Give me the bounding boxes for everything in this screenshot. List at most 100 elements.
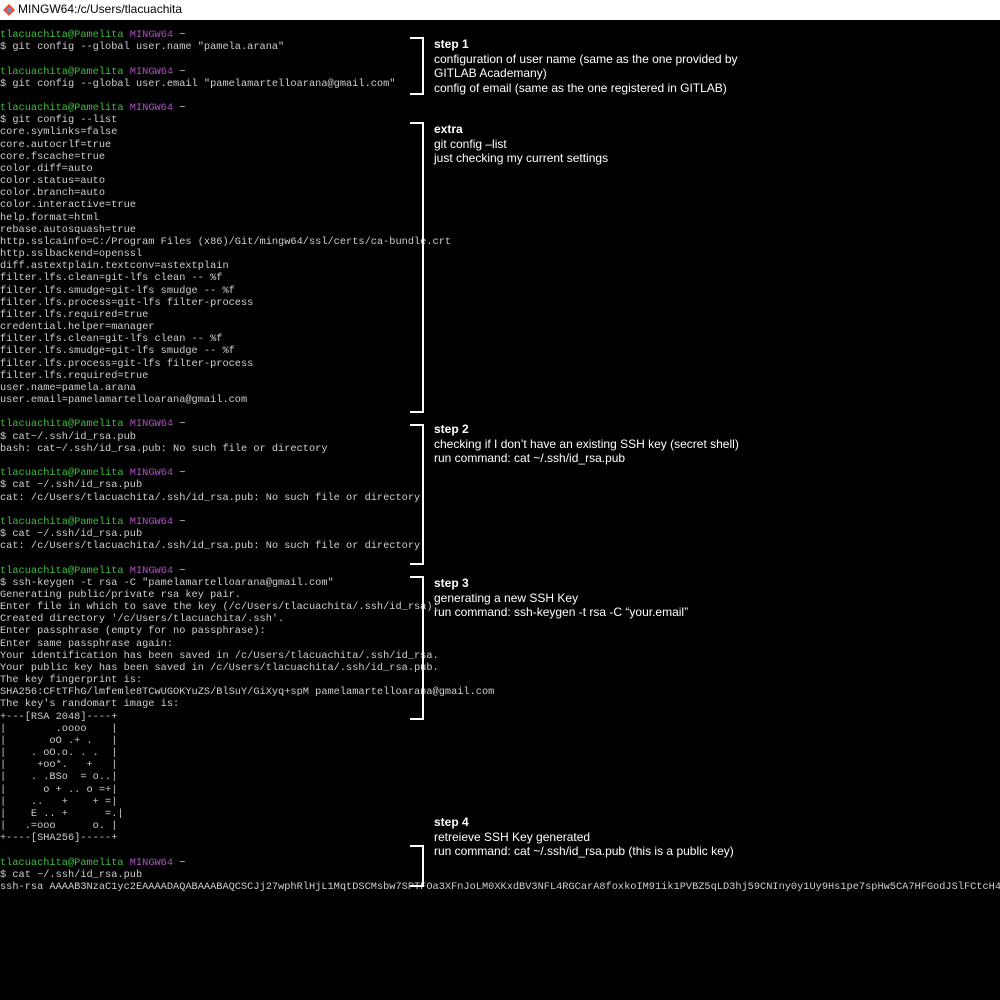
- output-line: Enter file in which to save the key (/c/…: [0, 601, 439, 613]
- output-line: cat: /c/Users/tlacuachita/.ssh/id_rsa.pu…: [0, 540, 421, 553]
- annotation-bracket-step-2: [410, 424, 424, 565]
- prompt-user: tlacuachita@Pamelita: [0, 856, 124, 869]
- output-line: filter.lfs.clean=git-lfs clean -- %f: [0, 272, 223, 285]
- output-line: | oO .+ . |: [0, 734, 118, 747]
- prompt-line: tlacuachita@Pamelita MINGW64 ~: [0, 29, 185, 41]
- output-line: filter.lfs.required=true: [0, 369, 149, 382]
- output-line: Created directory '/c/Users/tlacuachita/…: [0, 613, 285, 626]
- prompt-line: tlacuachita@Pamelita MINGW64 ~: [0, 467, 185, 479]
- prompt-user: tlacuachita@Pamelita: [0, 65, 124, 78]
- prompt-line: tlacuachita@Pamelita MINGW64 ~: [0, 418, 185, 430]
- window-title: MINGW64:/c/Users/tlacuachita: [18, 2, 183, 16]
- prompt-host: MINGW64: [129, 515, 174, 528]
- annotation-text: git config –list: [434, 136, 507, 151]
- output-line: The key's randomart image is:: [0, 698, 180, 711]
- prompt-host: MINGW64: [129, 856, 174, 869]
- output-line: | .=ooo o. |: [0, 820, 118, 832]
- command-line: $ cat ~/.ssh/id_rsa.pub: [0, 528, 143, 540]
- prompt-host: MINGW64: [129, 29, 174, 41]
- output-line: bash: cat~/.ssh/id_rsa.pub: No such file…: [0, 442, 328, 455]
- annotation-step-1: step 1 configuration of user name (same a…: [434, 37, 738, 95]
- output-line: +---[RSA 2048]----+: [0, 710, 118, 723]
- annotation-text: just checking my current settings: [434, 151, 609, 165]
- output-line: | o + .. o =+|: [0, 783, 118, 796]
- prompt-user: tlacuachita@Pamelita: [0, 515, 124, 528]
- command-line: $ git config --list: [0, 114, 118, 127]
- prompt-user: tlacuachita@Pamelita: [0, 418, 124, 431]
- command-line: $ cat~/.ssh/id_rsa.pub: [0, 430, 136, 443]
- prompt-user: tlacuachita@Pamelita: [0, 29, 124, 41]
- annotation-text: generating a new SSH Key: [434, 590, 579, 605]
- output-line: http.sslcainfo=C:/Program Files (x86)/Gi…: [0, 235, 452, 248]
- annotation-bracket-step-3: [410, 576, 424, 720]
- annotation-text: configuration of user name (same as the …: [434, 51, 738, 66]
- command-line: $ git config --global user.email "pamela…: [0, 77, 396, 90]
- output-line: | +oo*. + |: [0, 759, 118, 772]
- output-line: | .oooo |: [0, 722, 118, 735]
- prompt-dir: ~: [179, 564, 186, 577]
- output-line: http.sslbackend=openssl: [0, 248, 143, 261]
- output-line: credential.helper=manager: [0, 321, 155, 334]
- annotation-title: step 1: [434, 37, 469, 51]
- annotation-title: step 3: [434, 576, 469, 590]
- output-line: The key fingerprint is:: [0, 674, 143, 686]
- command-line: $ cat ~/.ssh/id_rsa.pub: [0, 868, 143, 881]
- annotation-text: config of email (same as the one registe…: [434, 80, 727, 95]
- output-line: rebase.autosquash=true: [0, 223, 136, 236]
- command-line: $ ssh-keygen -t rsa -C "pamelamartelloar…: [0, 576, 334, 589]
- output-line: user.email=pamelamartelloarana@gmail.com: [0, 394, 248, 407]
- annotation-text: GITLAB Academany): [434, 66, 547, 80]
- prompt-dir: ~: [179, 102, 186, 114]
- prompt-line: tlacuachita@Pamelita MINGW64 ~: [0, 565, 185, 577]
- prompt-user: tlacuachita@Pamelita: [0, 102, 124, 114]
- output-line: | . .BSo = o..|: [0, 771, 118, 784]
- prompt-dir: ~: [179, 65, 186, 78]
- output-line: core.symlinks=false: [0, 126, 118, 139]
- output-line: Generating public/private rsa key pair.: [0, 588, 241, 601]
- output-line: filter.lfs.smudge=git-lfs smudge -- %f: [0, 284, 235, 297]
- output-line: color.diff=auto: [0, 162, 93, 175]
- prompt-dir: ~: [179, 467, 186, 480]
- annotation-text: checking if I don’t have an existing SSH…: [434, 436, 739, 451]
- prompt-dir: ~: [179, 856, 186, 869]
- prompt-dir: ~: [179, 29, 186, 41]
- output-line: Enter same passphrase again:: [0, 637, 174, 650]
- prompt-host: MINGW64: [129, 564, 174, 577]
- output-line: filter.lfs.clean=git-lfs clean -- %f: [0, 333, 223, 346]
- output-line: filter.lfs.required=true: [0, 308, 149, 321]
- output-line: filter.lfs.process=git-lfs filter-proces…: [0, 296, 254, 309]
- output-line: filter.lfs.smudge=git-lfs smudge -- %f: [0, 345, 235, 358]
- output-line: Your public key has been saved in /c/Use…: [0, 661, 439, 674]
- prompt-line: tlacuachita@Pamelita MINGW64 ~: [0, 516, 185, 528]
- annotation-extra: extra git config –list just checking my cu…: [434, 122, 608, 166]
- prompt-line: tlacuachita@Pamelita MINGW64 ~: [0, 102, 185, 114]
- annotation-text: run command: cat ~/.ssh/id_rsa.pub (this…: [434, 844, 734, 858]
- prompt-user: tlacuachita@Pamelita: [0, 564, 124, 577]
- output-line: filter.lfs.process=git-lfs filter-proces…: [0, 357, 254, 370]
- annotation-title: step 4: [434, 815, 469, 829]
- annotation-text: run command: ssh-keygen -t rsa -C “your.…: [434, 605, 689, 619]
- annotation-step-2: step 2 checking if I don’t have an existi…: [434, 422, 739, 466]
- prompt-dir: ~: [179, 515, 186, 528]
- output-line: core.autocrlf=true: [0, 138, 112, 151]
- output-line: diff.astextplain.textconv=astextplain: [0, 260, 229, 273]
- annotation-bracket-extra: [410, 122, 424, 413]
- output-line: color.interactive=true: [0, 199, 136, 212]
- annotation-text: run command: cat ~/.ssh/id_rsa.pub: [434, 451, 626, 465]
- output-line: +----[SHA256]-----+: [0, 832, 118, 845]
- prompt-dir: ~: [179, 418, 186, 431]
- prompt-host: MINGW64: [129, 418, 174, 431]
- output-line: ssh-rsa AAAAB3NzaC1yc2EAAAADAQABAAABAQCS…: [0, 880, 1000, 893]
- output-line: Your identification has been saved in /c…: [0, 649, 439, 662]
- annotation-title: extra: [434, 122, 463, 136]
- output-line: color.branch=auto: [0, 187, 106, 200]
- prompt-line: tlacuachita@Pamelita MINGW64 ~: [0, 66, 185, 78]
- command-line: $ cat ~/.ssh/id_rsa.pub: [0, 479, 143, 492]
- output-line: | . oO.o. . . |: [0, 747, 118, 759]
- output-line: Enter passphrase (empty for no passphras…: [0, 625, 266, 638]
- output-line: | E .. + =.|: [0, 807, 124, 820]
- command-line: $ git config --global user.name "pamela.…: [0, 41, 285, 54]
- window-titlebar[interactable]: MINGW64:/c/Users/tlacuachita: [0, 0, 1000, 20]
- annotation-step-4: step 4 retreieve SSH Key generated run com…: [434, 815, 734, 859]
- git-bash-icon: [3, 4, 15, 16]
